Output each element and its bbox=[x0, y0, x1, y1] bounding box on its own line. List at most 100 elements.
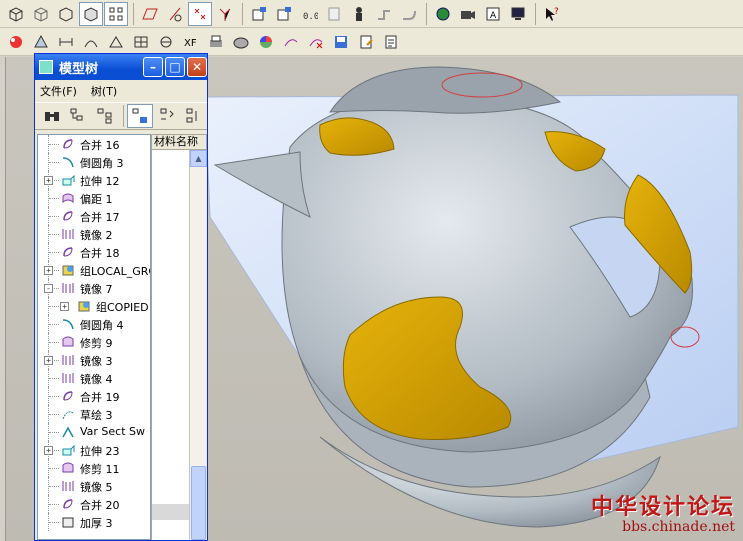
column-header-material[interactable]: 材料名称 bbox=[151, 134, 207, 150]
scroll-thumb[interactable] bbox=[191, 466, 206, 540]
tree-filter-icon[interactable] bbox=[66, 104, 92, 128]
tree-item[interactable]: 合并 18 bbox=[38, 243, 150, 261]
edit-pen-icon[interactable] bbox=[279, 30, 303, 54]
triangle-tool-icon[interactable] bbox=[104, 30, 128, 54]
info-icon[interactable] bbox=[322, 2, 346, 26]
save-model-icon[interactable] bbox=[329, 30, 353, 54]
delete-pen-icon[interactable] bbox=[304, 30, 328, 54]
trim-icon bbox=[60, 461, 75, 475]
tree-item[interactable]: + 拉伸 23 bbox=[38, 441, 150, 459]
tree-item[interactable]: 偏距 1 bbox=[38, 189, 150, 207]
view-shaded-icon[interactable] bbox=[79, 1, 103, 26]
model-icon[interactable]: 0.0 bbox=[297, 2, 321, 26]
tree-item-label: 组LOCAL_GRO bbox=[80, 265, 151, 278]
color-wheel-icon[interactable] bbox=[4, 30, 28, 54]
model-tree-title: 模型树 bbox=[59, 61, 99, 77]
help-arrow-icon[interactable]: ? bbox=[540, 2, 564, 26]
menu-tree[interactable]: 树(T) bbox=[91, 83, 117, 99]
expand-toggle[interactable]: + bbox=[44, 266, 53, 275]
globe-icon[interactable] bbox=[431, 2, 455, 26]
tree-columns-icon[interactable] bbox=[92, 104, 118, 128]
mirror-icon bbox=[60, 281, 75, 295]
tree-settings-icon[interactable] bbox=[127, 104, 153, 128]
minimize-button[interactable]: – bbox=[143, 57, 163, 77]
circle-tool-icon[interactable] bbox=[154, 30, 178, 54]
expand-toggle[interactable]: + bbox=[60, 302, 69, 311]
round-icon bbox=[60, 155, 75, 169]
mirror-icon bbox=[60, 353, 75, 367]
toolbar-separator bbox=[133, 2, 134, 25]
toolbar-separator bbox=[426, 2, 427, 25]
tree-item[interactable]: 镜像 2 bbox=[38, 225, 150, 243]
tree-item-label: 拉伸 23 bbox=[80, 445, 120, 458]
menu-file[interactable]: 文件(F) bbox=[40, 83, 77, 99]
tree-item[interactable]: 镜像 4 bbox=[38, 369, 150, 387]
close-button[interactable]: ✕ bbox=[187, 57, 207, 77]
arc-tool-icon[interactable] bbox=[79, 30, 103, 54]
view-orient-icon[interactable] bbox=[104, 1, 128, 26]
tree-item[interactable]: 合并 20 bbox=[38, 495, 150, 513]
toolbar-separator bbox=[535, 2, 536, 25]
tree-item[interactable]: 加厚 3 bbox=[38, 513, 150, 531]
tree-collapse-icon[interactable] bbox=[180, 104, 206, 128]
tree-item[interactable]: 合并 17 bbox=[38, 207, 150, 225]
palette-icon[interactable] bbox=[254, 30, 278, 54]
checklist-icon[interactable] bbox=[379, 30, 403, 54]
svg-text:XF: XF bbox=[184, 38, 197, 49]
tree-item[interactable]: 修剪 9 bbox=[38, 333, 150, 351]
camera-icon[interactable] bbox=[456, 2, 480, 26]
tree-item[interactable]: + 组COPIED bbox=[38, 297, 150, 315]
pipe2-icon[interactable] bbox=[397, 2, 421, 26]
extrude-icon bbox=[60, 173, 75, 187]
rendering-icon[interactable] bbox=[229, 30, 253, 54]
tree-item[interactable]: 合并 19 bbox=[38, 387, 150, 405]
tree-item[interactable]: + 组LOCAL_GRO bbox=[38, 261, 150, 279]
tree-scrollbar[interactable]: ▲ bbox=[189, 150, 207, 540]
merge-icon bbox=[60, 209, 75, 223]
print-icon[interactable] bbox=[204, 30, 228, 54]
view-box-icon[interactable] bbox=[4, 2, 28, 26]
layer-icon[interactable] bbox=[272, 2, 296, 26]
monitor-icon[interactable] bbox=[506, 2, 530, 26]
mirror-icon bbox=[60, 371, 75, 385]
binoculars-icon[interactable] bbox=[39, 104, 65, 128]
save-view-icon[interactable] bbox=[247, 2, 271, 26]
annotation-icon[interactable]: A bbox=[481, 2, 505, 26]
maximize-button[interactable]: □ bbox=[165, 57, 185, 77]
tree-item[interactable]: 修剪 11 bbox=[38, 459, 150, 477]
tree-item[interactable]: + 拉伸 12 bbox=[38, 171, 150, 189]
model-tree-list[interactable]: 合并 16 倒圆角 3 + 拉伸 12 偏距 1 合并 17 镜像 2 合并 18 + 组LOCA… bbox=[37, 134, 151, 540]
tree-item[interactable]: - 镜像 7 bbox=[38, 279, 150, 297]
tree-item[interactable]: 倒圆角 3 bbox=[38, 153, 150, 171]
expand-toggle[interactable]: + bbox=[44, 176, 53, 185]
datum-plane-icon[interactable] bbox=[138, 2, 162, 26]
svg-text:0.0: 0.0 bbox=[303, 12, 318, 22]
view-box-hidden-icon[interactable] bbox=[29, 2, 53, 26]
tree-item[interactable]: 镜像 5 bbox=[38, 477, 150, 495]
model-tree-window[interactable]: 模型树 – □ ✕ 文件(F) 树(T) 合并 16 倒圆角 3 + 拉伸 12 偏距 … bbox=[34, 53, 208, 541]
tree-item[interactable]: Var Sect Sw bbox=[38, 423, 150, 441]
notebook-icon[interactable] bbox=[354, 30, 378, 54]
expand-toggle[interactable]: + bbox=[44, 446, 53, 455]
tree-expand-icon[interactable] bbox=[154, 104, 180, 128]
datum-csys-icon[interactable] bbox=[213, 2, 237, 26]
tree-item[interactable]: + 镜像 3 bbox=[38, 351, 150, 369]
datum-axis-icon[interactable] bbox=[163, 2, 187, 26]
tree-item-label: Var Sect Sw bbox=[80, 425, 146, 438]
datum-point-icon[interactable] bbox=[188, 1, 212, 26]
model-tree-titlebar[interactable]: 模型树 – □ ✕ bbox=[35, 54, 207, 80]
person-icon[interactable] bbox=[347, 2, 371, 26]
expand-toggle[interactable]: + bbox=[44, 356, 53, 365]
layer-sketch-icon[interactable] bbox=[29, 30, 53, 54]
xf-tool-icon[interactable]: XF bbox=[179, 30, 203, 54]
pipe-icon[interactable] bbox=[372, 2, 396, 26]
tree-item[interactable]: 草绘 3 bbox=[38, 405, 150, 423]
dimension-icon[interactable] bbox=[54, 30, 78, 54]
expand-toggle[interactable]: - bbox=[44, 284, 53, 293]
tree-item-label: 合并 19 bbox=[80, 391, 120, 404]
tree-item[interactable]: 倒圆角 4 bbox=[38, 315, 150, 333]
view-box-front-icon[interactable] bbox=[54, 2, 78, 26]
table-tool-icon[interactable] bbox=[129, 30, 153, 54]
tree-item[interactable]: 合并 16 bbox=[38, 135, 150, 153]
scroll-up-button[interactable]: ▲ bbox=[190, 150, 207, 167]
